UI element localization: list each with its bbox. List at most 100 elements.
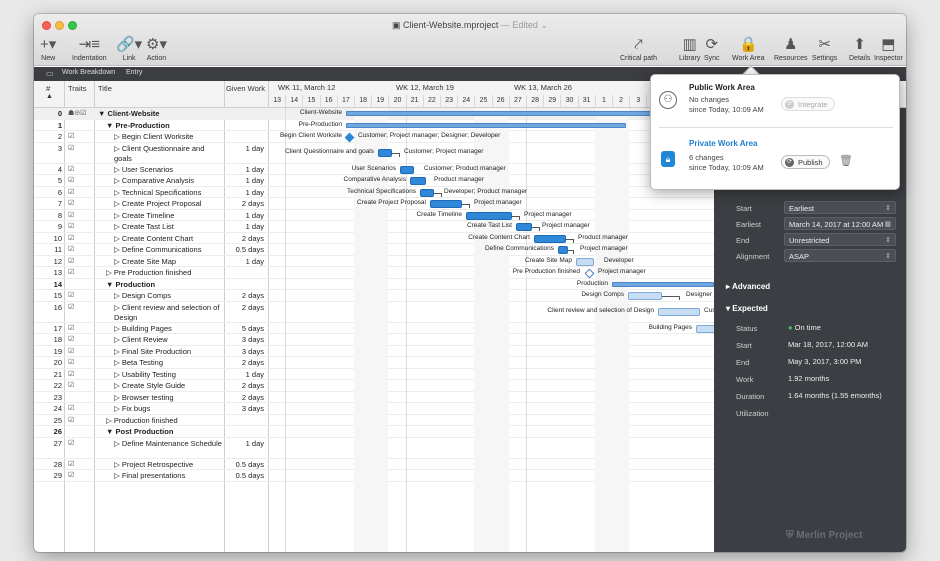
dependency-link[interactable]: [392, 152, 400, 157]
gantt-bar[interactable]: [576, 257, 594, 266]
given-work[interactable]: 2 days: [242, 303, 264, 312]
dependency-link[interactable]: [462, 204, 470, 208]
trash-icon[interactable]: 🗑︎: [839, 154, 853, 167]
given-work[interactable]: 1 day: [246, 176, 264, 185]
task-title[interactable]: ▷ User Scenarios: [114, 165, 173, 174]
settings-button[interactable]: ✂ Settings: [812, 36, 837, 62]
view-work-breakdown[interactable]: Work Breakdown: [62, 69, 115, 76]
field-value-select[interactable]: Unrestricted ⇕: [784, 233, 896, 246]
given-work[interactable]: 1 day: [246, 165, 264, 174]
task-title[interactable]: ▷ Create Tast List: [114, 222, 174, 231]
field-value-select[interactable]: ASAP ⇕: [784, 249, 896, 262]
given-work[interactable]: 3 days: [242, 347, 264, 356]
col-number[interactable]: #: [46, 84, 50, 93]
given-work[interactable]: 1 day: [246, 370, 264, 379]
gantt-bar[interactable]: [466, 211, 512, 220]
gantt-bar[interactable]: [534, 234, 566, 243]
dependency-link[interactable]: [566, 238, 574, 243]
gantt-bar[interactable]: [696, 324, 714, 333]
details-button[interactable]: ⬆ Details: [849, 36, 870, 62]
given-work[interactable]: 3 days: [242, 404, 264, 413]
resources-button[interactable]: ♟ Resources: [774, 36, 807, 62]
task-title[interactable]: ▷ Project Retrospective: [114, 460, 193, 469]
task-title[interactable]: ▷ Building Pages: [114, 324, 172, 333]
dependency-link[interactable]: [434, 192, 442, 197]
gantt-bar[interactable]: [378, 148, 392, 157]
given-work[interactable]: 5 days: [242, 324, 264, 333]
col-traits[interactable]: Traits: [68, 84, 86, 93]
given-work[interactable]: 1 day: [246, 211, 264, 220]
given-work[interactable]: 1 day: [246, 222, 264, 231]
task-title[interactable]: ▷ Create Site Map: [114, 257, 176, 266]
given-work[interactable]: 2 days: [242, 358, 264, 367]
task-title[interactable]: ▼ Pre-Production: [106, 121, 170, 130]
task-title[interactable]: ▷ Usability Testing: [114, 370, 176, 379]
gantt-bar[interactable]: [400, 165, 414, 174]
action-tool[interactable]: ⚙▾ Action: [146, 36, 167, 62]
gantt-bar[interactable]: [628, 292, 662, 300]
given-work[interactable]: 2 days: [242, 291, 264, 300]
given-work[interactable]: 3 days: [242, 335, 264, 344]
task-title[interactable]: ▷ Browser testing: [114, 393, 174, 402]
milestone-diamond[interactable]: [344, 132, 355, 143]
dependency-link[interactable]: [568, 250, 574, 254]
gantt-bar[interactable]: [516, 223, 532, 231]
inspector-button[interactable]: ⬒ Inspector: [874, 36, 903, 62]
given-work[interactable]: 2 days: [242, 199, 264, 208]
task-title[interactable]: ▷ Create Style Guide: [114, 381, 185, 390]
task-title[interactable]: ▷ Create Project Proposal: [114, 199, 201, 208]
advanced-section-toggle[interactable]: ▸ Advanced: [726, 282, 770, 291]
library-button[interactable]: ▥ Library: [679, 36, 700, 62]
task-title[interactable]: ▷ Technical Specifications: [114, 188, 201, 197]
gantt-bar[interactable]: [658, 307, 700, 316]
given-work[interactable]: 1 day: [246, 257, 264, 266]
new-tool[interactable]: +▾ New: [40, 36, 56, 62]
gantt-bar[interactable]: [410, 177, 426, 185]
work-breakdown-icon[interactable]: ▭: [46, 69, 54, 78]
task-title[interactable]: ▷ Create Timeline: [114, 211, 174, 220]
dependency-link[interactable]: [512, 215, 520, 220]
view-entry[interactable]: Entry: [126, 69, 142, 76]
task-title[interactable]: ▷ Design Comps: [114, 291, 171, 300]
given-work[interactable]: 0.5 days: [236, 460, 264, 469]
given-work[interactable]: 0.5 days: [236, 471, 264, 480]
dependency-link[interactable]: [662, 296, 680, 300]
gantt-bar[interactable]: [612, 281, 714, 287]
given-work[interactable]: 1 day: [246, 144, 264, 153]
sync-button[interactable]: ⟳ Sync: [704, 36, 720, 62]
task-title[interactable]: ▷ Comparative Analysis: [114, 176, 194, 185]
given-work[interactable]: 0.5 days: [236, 245, 264, 254]
task-title[interactable]: ▷ Final Site Production: [114, 347, 191, 356]
field-value-select[interactable]: Earliest ⇕: [784, 201, 896, 214]
task-title[interactable]: ▷ Client Review: [114, 335, 168, 344]
sort-up-icon[interactable]: ▲: [46, 93, 53, 100]
task-title[interactable]: ▷ Define Communications: [114, 245, 201, 254]
edited-indicator[interactable]: — Edited ⌄: [498, 20, 548, 30]
link-tool[interactable]: 🔗▾ Link: [116, 36, 142, 62]
task-title[interactable]: ▷ Beta Testing: [114, 358, 163, 367]
gantt-bar[interactable]: [346, 122, 626, 128]
col-given-work[interactable]: Given Work: [226, 84, 265, 93]
expected-section-toggle[interactable]: ▾ Expected: [726, 304, 768, 313]
indentation-tool[interactable]: ⇥≡ Indentation: [72, 36, 107, 62]
task-title[interactable]: ▷ Production finished: [106, 416, 178, 425]
work-area-button[interactable]: 🔒 Work Area: [732, 36, 765, 62]
task-title[interactable]: ▷ Client review and selection of Design: [114, 303, 224, 323]
task-title[interactable]: ▷ Begin Client Worksite: [114, 132, 193, 141]
given-work[interactable]: 2 days: [242, 381, 264, 390]
task-title[interactable]: ▼ Post Production: [106, 427, 173, 436]
task-title[interactable]: ▷ Create Content Chart: [114, 234, 193, 243]
task-title[interactable]: ▼ Client-Website: [98, 109, 159, 118]
gantt-bar[interactable]: [420, 188, 434, 197]
given-work[interactable]: 1 day: [246, 439, 264, 448]
publish-button[interactable]: ⟳ Publish: [781, 155, 830, 169]
task-title[interactable]: ▷ Fix bugs: [114, 404, 150, 413]
task-title[interactable]: ▷ Pre Production finished: [106, 268, 191, 277]
col-title[interactable]: Title: [98, 84, 112, 93]
gantt-bar[interactable]: [430, 200, 462, 208]
task-title[interactable]: ▷ Define Maintenance Schedule: [114, 439, 224, 449]
dependency-link[interactable]: [532, 227, 540, 231]
milestone-diamond[interactable]: [584, 268, 595, 279]
critical-path-button[interactable]: ⤤ Critical path: [620, 36, 657, 62]
integrate-button[interactable]: ⟳ Integrate: [781, 97, 835, 111]
